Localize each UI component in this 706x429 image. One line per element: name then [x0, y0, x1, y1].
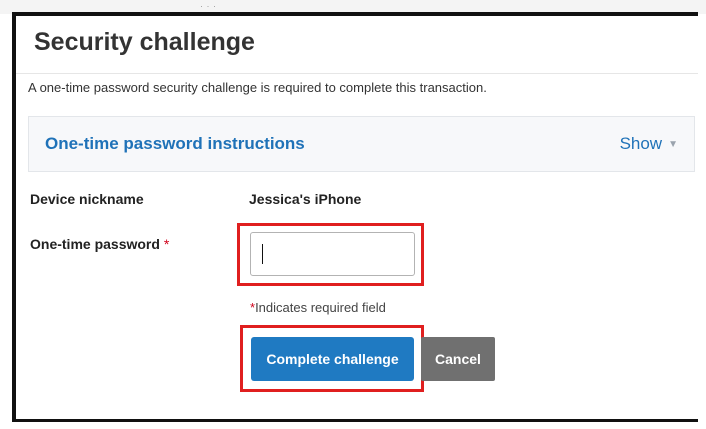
- required-note-text: Indicates required field: [255, 300, 386, 315]
- title-divider: [16, 73, 698, 74]
- chevron-down-icon: ▼: [668, 139, 678, 150]
- complete-challenge-button[interactable]: Complete challenge: [251, 337, 414, 381]
- otp-label-text: One-time password: [30, 236, 160, 252]
- show-toggle-label[interactable]: Show: [620, 134, 663, 153]
- required-star: *: [163, 236, 170, 252]
- device-nickname-label: Device nickname: [30, 191, 144, 207]
- instructions-panel[interactable]: One-time password instructions Show ▼: [28, 116, 695, 172]
- background-page-text: · · ·: [200, 1, 217, 11]
- required-field-note: *Indicates required field: [250, 300, 386, 315]
- dialog-title: Security challenge: [34, 28, 255, 56]
- show-instructions-toggle[interactable]: Show ▼: [620, 134, 678, 154]
- dialog-description: A one-time password security challenge i…: [28, 80, 487, 95]
- device-nickname-value: Jessica's iPhone: [249, 191, 362, 207]
- text-caret: [262, 244, 263, 264]
- instructions-panel-title[interactable]: One-time password instructions: [45, 134, 305, 154]
- cancel-button[interactable]: Cancel: [421, 337, 495, 381]
- otp-label: One-time password *: [30, 236, 169, 252]
- one-time-password-input[interactable]: [250, 232, 415, 276]
